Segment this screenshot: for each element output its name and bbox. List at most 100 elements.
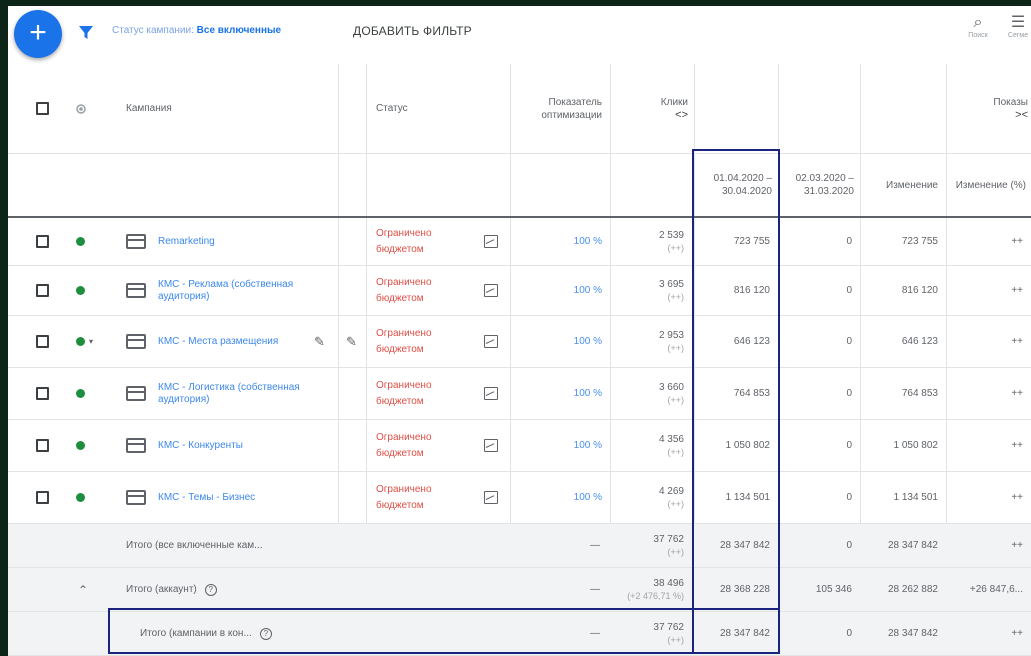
- status-dropdown-icon[interactable]: ▾: [89, 337, 93, 346]
- campaign-name-link[interactable]: КМС - Темы - Бизнес: [158, 472, 328, 523]
- help-icon[interactable]: ?: [259, 627, 272, 640]
- enabled-status-icon: [76, 286, 85, 295]
- chart-icon[interactable]: [484, 491, 498, 504]
- chart-icon[interactable]: [484, 387, 498, 400]
- chart-icon[interactable]: [484, 235, 498, 248]
- select-all-checkbox[interactable]: [36, 102, 49, 115]
- previous-period-value: 0: [846, 540, 852, 551]
- edit-status-icon[interactable]: ✎: [346, 316, 357, 367]
- change-value: 28 347 842: [887, 628, 938, 639]
- previous-period-value: 0: [846, 628, 852, 639]
- help-icon[interactable]: ?: [204, 583, 217, 596]
- clicks-label: Клики: [660, 96, 688, 108]
- status-dot-icon: [76, 103, 86, 114]
- change-value: 764 853: [901, 388, 938, 399]
- column-header-impressions[interactable]: Показы ><: [958, 64, 1028, 153]
- segment-icon: ☰: [1010, 14, 1026, 31]
- optimization-score[interactable]: 100 %: [510, 316, 602, 367]
- change-percent-value: ++: [1011, 388, 1023, 399]
- clicks-value: 37 762 (++): [653, 621, 684, 645]
- change-percent-header[interactable]: Изменение (%): [948, 154, 1026, 216]
- change-percent-value: ++: [1011, 285, 1023, 296]
- period-previous-header[interactable]: 02.03.2020 – 31.03.2020: [780, 154, 858, 216]
- change-percent-value: ++: [1011, 440, 1023, 451]
- status-filter-chip[interactable]: Статус кампании: Все включенные: [112, 25, 281, 36]
- status-text: Ограничено бюджетом: [376, 431, 432, 459]
- change-value: 816 120: [901, 285, 938, 296]
- expand-columns-icon[interactable]: <>: [675, 109, 688, 122]
- optimization-score[interactable]: 100 %: [510, 368, 602, 419]
- search-button[interactable]: ⌕ Поиск: [958, 14, 998, 39]
- row-checkbox[interactable]: [36, 284, 49, 297]
- campaign-name-link[interactable]: Remarketing: [158, 218, 328, 265]
- change-value: 28 262 882: [887, 584, 938, 595]
- clicks-value: 2 539 (++): [658, 229, 684, 253]
- campaigns-panel: + Статус кампании: Все включенные ДОБАВИ…: [8, 6, 1031, 656]
- campaign-type-icon: [126, 234, 146, 249]
- change-percent-value: ++: [1011, 336, 1023, 347]
- table-row[interactable]: Remarketing Ограничено бюджетом 100 % 2 …: [8, 218, 1031, 266]
- campaign-name-link[interactable]: КМС - Места размещения: [158, 316, 298, 367]
- column-header-status[interactable]: Статус: [376, 64, 408, 153]
- change-value: 28 347 842: [887, 540, 938, 551]
- current-period-value: 28 368 228: [719, 584, 770, 595]
- campaign-type-icon: [126, 334, 146, 349]
- table-row[interactable]: ▾ КМС - Места размещения ✎ ✎ Ограничено …: [8, 316, 1031, 368]
- optimization-score[interactable]: 100 %: [510, 266, 602, 315]
- optimization-score: —: [590, 628, 600, 639]
- campaign-type-icon: [126, 490, 146, 505]
- segments-button[interactable]: ☰ Сегме: [998, 14, 1031, 39]
- change-percent-value: ++: [1011, 492, 1023, 503]
- clicks-value: 37 762 (++): [653, 533, 684, 557]
- filter-icon[interactable]: [78, 24, 94, 40]
- collapse-columns-icon[interactable]: ><: [1015, 109, 1028, 122]
- campaign-type-icon: [126, 386, 146, 401]
- clicks-value: 4 356 (++): [658, 433, 684, 457]
- campaign-name-link[interactable]: КМС - Конкуренты: [158, 420, 328, 471]
- optimization-score[interactable]: 100 %: [510, 472, 602, 523]
- table-row[interactable]: КМС - Темы - Бизнес Ограничено бюджетом …: [8, 472, 1031, 524]
- table-row[interactable]: КМС - Конкуренты Ограничено бюджетом 100…: [8, 420, 1031, 472]
- edit-name-icon[interactable]: ✎: [314, 316, 325, 367]
- enabled-status-icon: [76, 337, 85, 346]
- column-header-clicks[interactable]: Клики <>: [618, 64, 688, 153]
- collapse-totals-icon[interactable]: ⌃: [78, 568, 88, 611]
- row-checkbox[interactable]: [36, 235, 49, 248]
- table-subheader: 01.04.2020 – 30.04.2020 02.03.2020 – 31.…: [8, 154, 1031, 218]
- previous-period-value: 0: [846, 388, 852, 399]
- search-icon: ⌕: [973, 14, 983, 31]
- column-header-campaign[interactable]: Кампания: [126, 64, 172, 153]
- column-header-optimization[interactable]: Показатель оптимизации: [518, 64, 602, 153]
- optimization-score[interactable]: 100 %: [510, 420, 602, 471]
- toolbar: + Статус кампании: Все включенные ДОБАВИ…: [8, 6, 1031, 64]
- clicks-value: 3 695 (++): [658, 278, 684, 302]
- change-header[interactable]: Изменение: [862, 154, 944, 216]
- previous-period-value: 0: [846, 285, 852, 296]
- add-campaign-button[interactable]: +: [14, 10, 62, 58]
- row-checkbox[interactable]: [36, 387, 49, 400]
- previous-period-value: 105 346: [815, 584, 852, 595]
- change-percent-value: ++: [1011, 540, 1023, 551]
- chart-icon[interactable]: [484, 439, 498, 452]
- previous-period-value: 0: [846, 440, 852, 451]
- add-filter-button[interactable]: ДОБАВИТЬ ФИЛЬТР: [353, 24, 472, 38]
- period-current-header[interactable]: 01.04.2020 – 30.04.2020: [696, 154, 776, 216]
- clicks-value: 38 496 (+2 476,71 %): [627, 577, 684, 601]
- optimization-score[interactable]: 100 %: [510, 218, 602, 265]
- enabled-status-icon: [76, 441, 85, 450]
- table-row[interactable]: КМС - Логистика (собственная аудитория) …: [8, 368, 1031, 420]
- current-period-value: 646 123: [733, 336, 770, 347]
- row-checkbox[interactable]: [36, 439, 49, 452]
- clicks-value: 3 660 (++): [658, 381, 684, 405]
- campaign-name-link[interactable]: КМС - Логистика (собственная аудитория): [158, 368, 328, 419]
- change-value: 1 050 802: [893, 440, 939, 451]
- optimization-score: —: [590, 584, 600, 595]
- campaign-type-icon: [126, 283, 146, 298]
- chart-icon[interactable]: [484, 335, 498, 348]
- optimization-score: —: [590, 540, 600, 551]
- table-row[interactable]: КМС - Реклама (собственная аудитория) Ог…: [8, 266, 1031, 316]
- row-checkbox[interactable]: [36, 335, 49, 348]
- chart-icon[interactable]: [484, 284, 498, 297]
- row-checkbox[interactable]: [36, 491, 49, 504]
- campaign-name-link[interactable]: КМС - Реклама (собственная аудитория): [158, 266, 328, 315]
